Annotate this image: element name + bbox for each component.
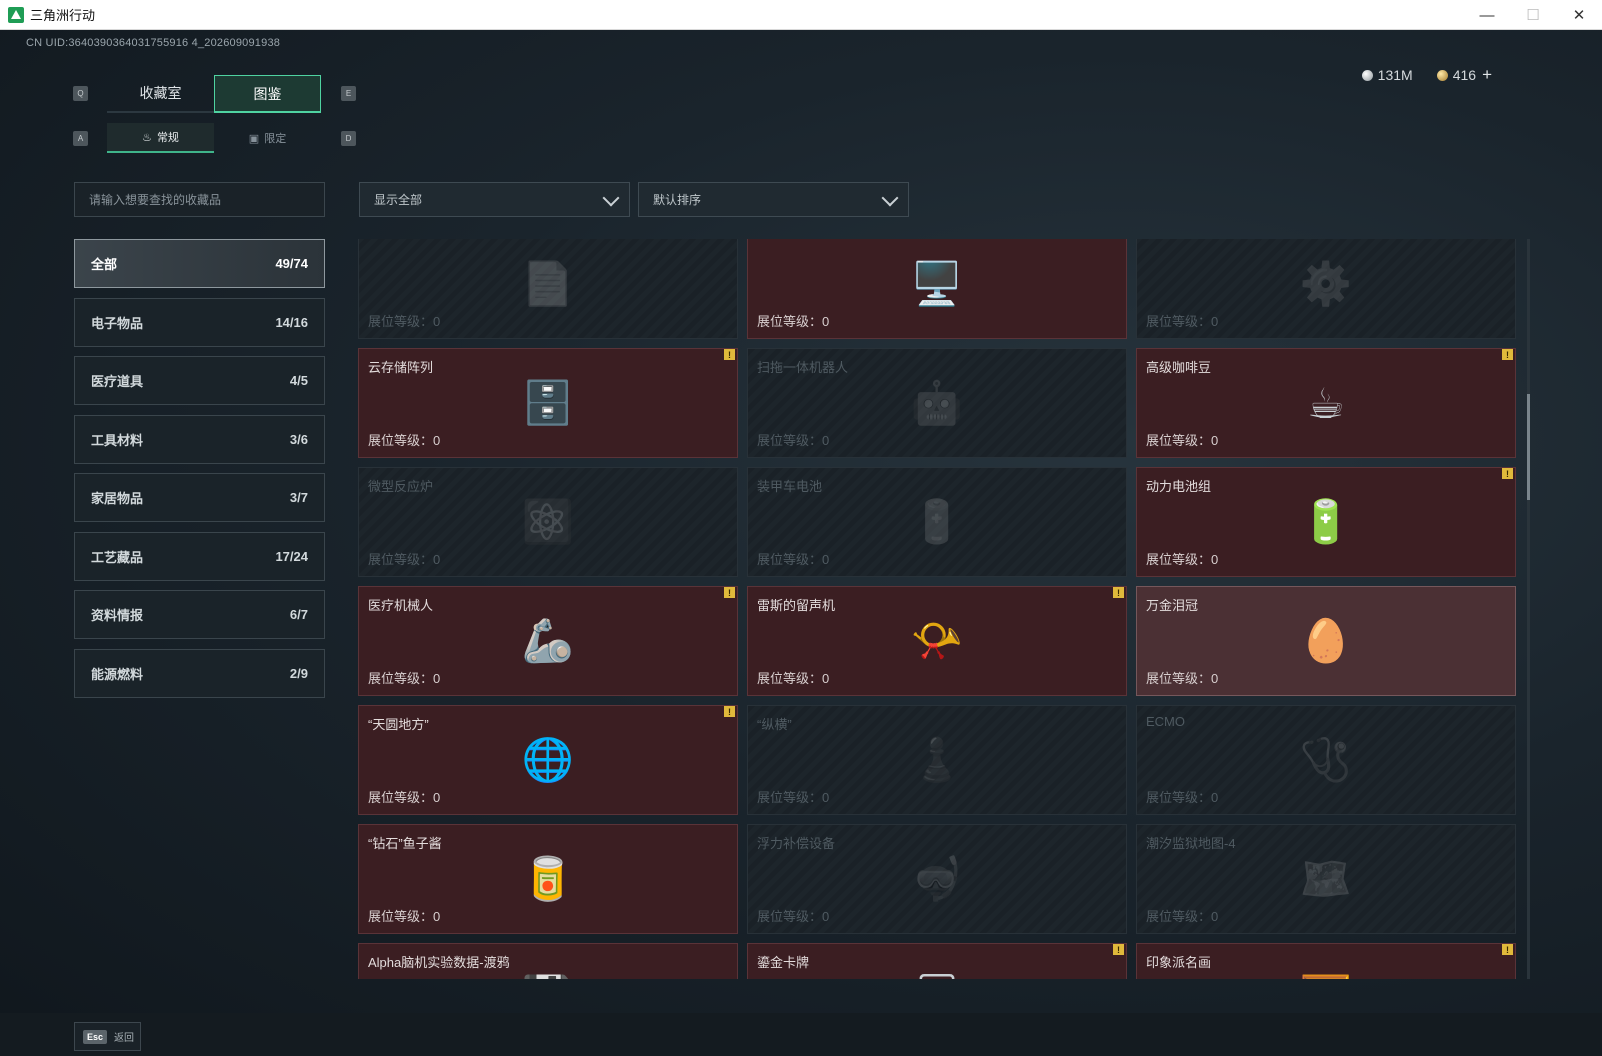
collection-card[interactable]: 印象派名画🖼️展位等级：0! [1136,943,1516,979]
collection-card[interactable]: 微型反应炉 ⚛️ 展位等级：0 [358,467,738,577]
collection-card[interactable]: 📄 展位等级：0 [358,239,738,339]
collection-card[interactable]: 雷斯的留声机 📯 展位等级：0! [747,586,1127,696]
key-hint-d: D [341,131,356,146]
grid-scrollbar[interactable] [1527,239,1530,979]
item-icon: 🦾 [521,616,575,664]
alert-icon: ! [1502,349,1513,360]
key-hint-e: E [341,86,356,101]
main-tabs: 收藏室 图鉴 [107,75,321,113]
category-all[interactable]: 全部 49/74 [74,239,325,288]
collection-card[interactable]: 鎏金卡牌🃏展位等级：0! [747,943,1127,979]
gold-coin-icon [1436,70,1448,81]
currency-bar: 131M 416 + [1361,65,1492,85]
category-electronics[interactable]: 电子物品 14/16 [74,297,325,347]
item-icon: 💾 [503,963,593,980]
item-icon: ⚙️ [1299,259,1353,307]
item-icon: 🃏 [892,963,982,980]
item-icon: ♟️ [910,735,964,783]
back-button[interactable]: Esc 返回 [74,1022,141,1051]
item-icon: 🖥️ [910,259,964,307]
category-list: 全部 49/74 电子物品 14/16 医疗道具 4/5 工具材料 3/6 家居物品 3/… [74,239,325,707]
filter-dropdown[interactable]: 显示全部 [359,182,630,217]
collection-card[interactable]: 浮力补偿设备 🤿 展位等级：0 [747,824,1127,934]
item-icon: 🩺 [1299,735,1353,783]
collection-card[interactable]: 装甲车电池 🔋 展位等级：0 [747,467,1127,577]
add-currency-button[interactable]: + [1482,65,1492,84]
collection-grid: 📄 展位等级：0 🖥️ 展位等级：0 ⚙️ 展位等级：0 云存储阵列 🗄️ 展位等级：0!… [358,239,1532,979]
collection-card[interactable]: 医疗机械人 🦾 展位等级：0! [358,586,738,696]
window-controls: — ☐ ✕ [1464,0,1602,30]
maximize-button[interactable]: ☐ [1510,0,1556,30]
collection-card[interactable]: 云存储阵列 🗄️ 展位等级：0! [358,348,738,458]
key-hint-a: A [73,131,88,146]
collection-card[interactable]: Alpha脑机实验数据-渡鸦💾展位等级：0 [358,943,738,979]
silver-balance: 131M [1361,67,1413,83]
collection-card[interactable]: ⚙️ 展位等级：0 [1136,239,1516,339]
item-icon: 🗺️ [1299,854,1353,902]
item-icon: 🗄️ [521,378,575,426]
category-energy[interactable]: 能源燃料 2/9 [74,648,325,698]
minimize-button[interactable]: — [1464,0,1510,30]
collection-card[interactable]: “钻石”鱼子酱 🥫 展位等级：0 [358,824,738,934]
alert-icon: ! [724,587,735,598]
tab-codex[interactable]: 图鉴 [214,75,321,113]
chevron-down-icon [602,189,620,207]
bottom-bar [0,1013,1602,1056]
item-icon: ⚛️ [521,497,575,545]
alert-icon: ! [724,349,735,360]
item-icon: 🥫 [521,854,575,902]
item-icon: 🥚 [1299,616,1353,664]
search-input[interactable]: 请输入想要查找的收藏品 [74,182,325,217]
category-tools[interactable]: 工具材料 3/6 [74,414,325,464]
close-button[interactable]: ✕ [1556,0,1602,30]
uid-label: CN UID:3640390364031755916 4_20260909193… [26,37,281,49]
collection-card[interactable]: “天圆地方” 🌐 展位等级：0! [358,705,738,815]
item-icon: 🔋 [1299,497,1353,545]
sub-tabs: ♨ 常规 ▣ 限定 [107,123,321,153]
silver-coin-icon [1361,70,1373,81]
item-icon: 🤿 [910,854,964,902]
collection-card[interactable]: 动力电池组 🔋 展位等级：0! [1136,467,1516,577]
alert-icon: ! [1502,468,1513,479]
chevron-down-icon [881,189,899,207]
key-hint-q: Q [73,86,88,101]
category-medical[interactable]: 医疗道具 4/5 [74,356,325,405]
alert-icon: ! [724,706,735,717]
collection-card[interactable]: ECMO 🩺 展位等级：0 [1136,705,1516,815]
esc-key-icon: Esc [83,1029,108,1044]
game-view: CN UID:3640390364031755916 4_20260909193… [0,30,1602,1056]
alert-icon: ! [1502,944,1513,955]
gold-balance: 416 + [1436,65,1492,85]
flame-icon: ♨ [142,131,152,144]
category-intel[interactable]: 资料情报 6/7 [74,590,325,639]
collection-card[interactable]: 🖥️ 展位等级：0 [747,239,1127,339]
alert-icon: ! [1113,587,1124,598]
alert-icon: ! [1113,944,1124,955]
collection-card[interactable]: “纵横” ♟️ 展位等级：0 [747,705,1127,815]
category-home[interactable]: 家居物品 3/7 [74,473,325,522]
item-icon: 🔋 [910,497,964,545]
collection-card[interactable]: 高级咖啡豆 ☕ 展位等级：0! [1136,348,1516,458]
scrollbar-thumb[interactable] [1527,394,1530,500]
item-icon: ☕ [1307,379,1345,427]
sort-dropdown[interactable]: 默认排序 [638,182,909,217]
collection-card[interactable]: 潮汐监狱地图-4 🗺️ 展位等级：0 [1136,824,1516,934]
subtab-regular[interactable]: ♨ 常规 [107,123,214,153]
collection-card[interactable]: 万金泪冠 🥚 展位等级：0 [1136,586,1516,696]
image-icon: ▣ [248,132,260,145]
window-titlebar: 三角洲行动 — ☐ ✕ [0,0,1602,30]
tab-collection-room[interactable]: 收藏室 [107,75,214,113]
item-icon: 🖼️ [1281,963,1371,980]
window-title: 三角洲行动 [30,8,96,23]
item-icon: 📄 [521,259,575,307]
category-crafts[interactable]: 工艺藏品 17/24 [74,531,325,581]
app-icon [8,6,24,23]
item-icon: 📯 [910,616,964,664]
item-icon: 🌐 [521,735,575,783]
subtab-limited[interactable]: ▣ 限定 [214,123,321,153]
collection-card[interactable]: 扫拖一体机器人 🤖 展位等级：0 [747,348,1127,458]
item-icon: 🤖 [910,378,964,426]
